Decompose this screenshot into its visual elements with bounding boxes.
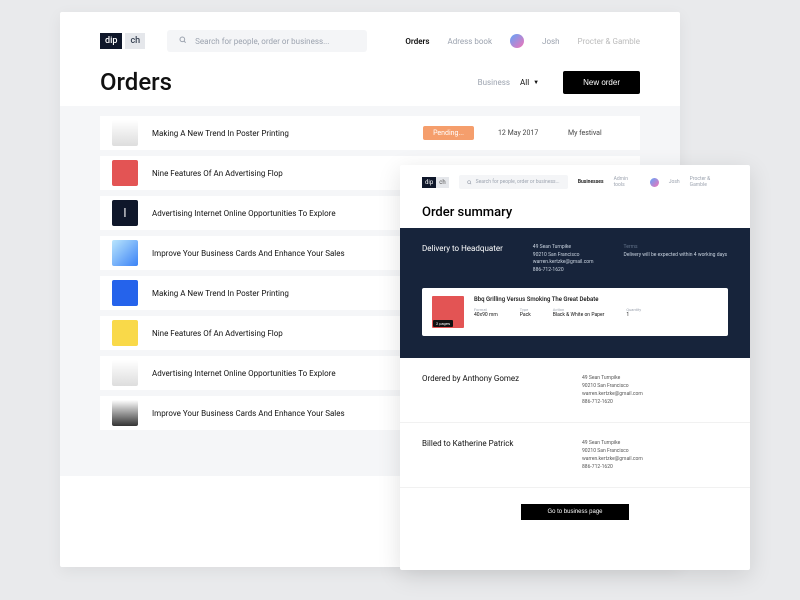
type-value: Pack	[520, 312, 531, 318]
filter-label: Business	[478, 78, 510, 87]
order-thumbnail	[112, 280, 138, 306]
item-title: Bbq Grilling Versus Smoking The Great De…	[474, 296, 718, 303]
logo-right: ch	[436, 177, 448, 188]
order-thumbnail: l	[112, 200, 138, 226]
order-thumbnail	[112, 320, 138, 346]
summary-title: Order summary	[400, 199, 750, 228]
delivery-terms: Terms Delivery will be expected within 4…	[624, 244, 728, 259]
topbar: dip ch Search for people, order or busin…	[100, 30, 640, 52]
format-value: 40x90 mm	[474, 312, 498, 318]
delivery-block: Delivery to Headquater 49 Sean Turnpike …	[400, 228, 750, 358]
status-badge-pending: Pending...	[423, 126, 474, 140]
pages-badge: 2 pages	[433, 320, 453, 327]
order-thumbnail	[112, 400, 138, 426]
summary-footer: Go to business page	[400, 488, 750, 536]
order-row[interactable]: Making A New Trend In Poster Printing Pe…	[100, 116, 640, 150]
nav-user[interactable]: Josh	[542, 37, 560, 46]
delivery-heading: Delivery to Headquater	[422, 244, 503, 253]
order-title: Making A New Trend In Poster Printing	[152, 129, 423, 138]
quantity-value: 1	[626, 312, 641, 318]
billed-to-details: 49 Sean Turnpike 90210 San Francisco war…	[582, 439, 643, 471]
search-placeholder: Search for people, order or business...	[476, 179, 560, 185]
page-title: Orders	[100, 68, 478, 96]
action-value: Black & White on Paper	[553, 312, 605, 318]
page-header: Orders Business All ▼ New order	[100, 68, 640, 96]
order-item[interactable]: 2 pages Bbq Grilling Versus Smoking The …	[422, 288, 728, 336]
search-icon	[467, 180, 472, 185]
ordered-by-details: 49 Sean Turnpike 90210 San Francisco war…	[582, 374, 643, 406]
logo[interactable]: dip ch	[100, 33, 145, 49]
logo-left: dip	[422, 177, 436, 188]
filter-value[interactable]: All	[520, 78, 529, 87]
summary-nav: Businesses Admin tools Josh Procter & Ga…	[578, 176, 728, 188]
search-input[interactable]: Search for people, order or business...	[459, 175, 568, 189]
delivery-address: 49 Sean Turnpike 90210 San Francisco war…	[533, 244, 594, 274]
nav-businesses[interactable]: Businesses	[578, 179, 604, 185]
billed-to-heading: Billed to Katherine Patrick	[422, 439, 542, 471]
order-context: My festival	[568, 129, 628, 137]
nav-company[interactable]: Procter & Gamble	[578, 37, 640, 46]
search-icon	[179, 36, 187, 46]
new-order-button[interactable]: New order	[563, 71, 640, 94]
order-thumbnail	[112, 360, 138, 386]
summary-topbar: dip ch Search for people, order or busin…	[400, 165, 750, 199]
logo[interactable]: dip ch	[422, 177, 449, 188]
avatar[interactable]	[510, 34, 524, 48]
ordered-by-heading: Ordered by Anthony Gomez	[422, 374, 542, 406]
nav-orders[interactable]: Orders	[405, 37, 429, 46]
order-summary-card: dip ch Search for people, order or busin…	[400, 165, 750, 570]
nav-company[interactable]: Procter & Gamble	[690, 176, 728, 188]
logo-left: dip	[100, 33, 122, 49]
chevron-down-icon[interactable]: ▼	[533, 79, 539, 86]
order-thumbnail	[112, 120, 138, 146]
top-nav: Orders Adress book Josh Procter & Gamble	[405, 34, 640, 48]
nav-adress-book[interactable]: Adress book	[448, 37, 493, 46]
billed-to-section: Billed to Katherine Patrick 49 Sean Turn…	[400, 423, 750, 488]
ordered-by-section: Ordered by Anthony Gomez 49 Sean Turnpik…	[400, 358, 750, 423]
order-date: 12 May 2017	[498, 129, 568, 137]
go-to-business-button[interactable]: Go to business page	[521, 504, 628, 520]
nav-user[interactable]: Josh	[669, 179, 680, 185]
nav-admin-tools[interactable]: Admin tools	[614, 176, 640, 188]
item-body: Bbq Grilling Versus Smoking The Great De…	[474, 296, 718, 318]
order-thumbnail	[112, 240, 138, 266]
search-placeholder: Search for people, order or business...	[195, 37, 329, 46]
avatar[interactable]	[650, 178, 659, 187]
order-thumbnail	[112, 160, 138, 186]
logo-right: ch	[125, 33, 145, 49]
search-input[interactable]: Search for people, order or business...	[167, 30, 367, 52]
item-thumbnail: 2 pages	[432, 296, 464, 328]
